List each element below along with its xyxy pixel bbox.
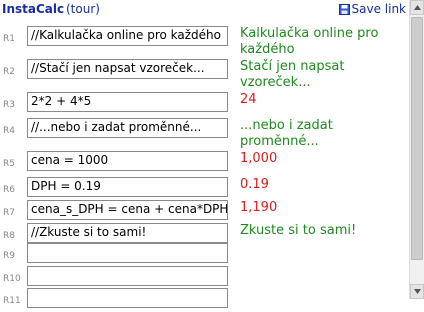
row-result: Kalkulačka online pro každého [240, 26, 379, 57]
formula-input[interactable]: //...nebo i zadat proměnné... [27, 118, 228, 138]
formula-input[interactable]: //Stačí jen napsat vzoreček... [27, 59, 228, 79]
formula-input[interactable]: 2*2 + 4*5 [27, 92, 228, 112]
row-label: R10 [3, 274, 21, 284]
row-label: R11 [3, 296, 21, 306]
formula-input[interactable]: //Kalkulačka online pro každého [27, 26, 228, 46]
formula-input[interactable] [27, 288, 228, 308]
row-label: R7 [3, 208, 15, 218]
calc-row: R4 //...nebo i zadat proměnné... ...nebo i… [0, 118, 409, 149]
row-result: 24 [240, 92, 257, 107]
arrow-up-icon [414, 5, 421, 10]
row-label: R1 [3, 34, 15, 44]
calc-row: R10 [0, 266, 409, 290]
row-label: R6 [3, 185, 15, 195]
calc-row: R7 cena_s_DPH = cena + cena*DPH 1,190 [0, 200, 409, 224]
arrow-down-icon [414, 289, 421, 294]
save-link-label: Save link [351, 2, 407, 16]
calc-row: R11 [0, 288, 409, 312]
calc-row: R5 cena = 1000 1,000 [0, 151, 409, 175]
calc-row: R9 [0, 243, 409, 267]
floppy-disk-icon [338, 4, 350, 15]
row-label: R5 [3, 159, 15, 169]
formula-input[interactable] [27, 243, 228, 263]
row-result: 0.19 [240, 177, 269, 192]
row-result: 1,000 [240, 151, 278, 166]
calc-row: R3 2*2 + 4*5 24 [0, 92, 409, 116]
row-label: R3 [3, 100, 15, 110]
app-title: InstaCalc [2, 2, 65, 16]
tour-link[interactable]: (tour) [66, 2, 100, 16]
calc-row: R2 //Stačí jen napsat vzoreček... Stačí je… [0, 59, 409, 90]
formula-input[interactable]: cena_s_DPH = cena + cena*DPH [27, 200, 228, 220]
formula-input[interactable]: //Zkuste si to sami! [27, 223, 228, 243]
formula-input[interactable] [27, 266, 228, 286]
scrollbar-thumb[interactable] [411, 17, 423, 260]
row-result: ...nebo i zadat proměnné... [240, 118, 333, 149]
row-result: Stačí jen napsat vzoreček... [240, 59, 345, 90]
formula-input[interactable]: DPH = 0.19 [27, 177, 228, 197]
save-link-button[interactable]: Save link [338, 2, 407, 16]
calc-row: R1 //Kalkulačka online pro každého Kalkula… [0, 26, 409, 57]
row-label: R8 [3, 231, 15, 241]
row-result: Zkuste si to sami! [240, 223, 357, 238]
row-result: 1,190 [240, 200, 278, 215]
row-label: R9 [3, 251, 15, 261]
scroll-up-button[interactable] [410, 0, 424, 15]
row-label: R4 [3, 126, 15, 136]
calc-row: R6 DPH = 0.19 0.19 [0, 177, 409, 201]
formula-input[interactable]: cena = 1000 [27, 151, 228, 171]
vertical-scrollbar[interactable] [409, 0, 424, 299]
row-label: R2 [3, 67, 15, 77]
scroll-down-button[interactable] [410, 284, 424, 299]
header-bar: InstaCalc (tour) Save link [0, 0, 409, 22]
